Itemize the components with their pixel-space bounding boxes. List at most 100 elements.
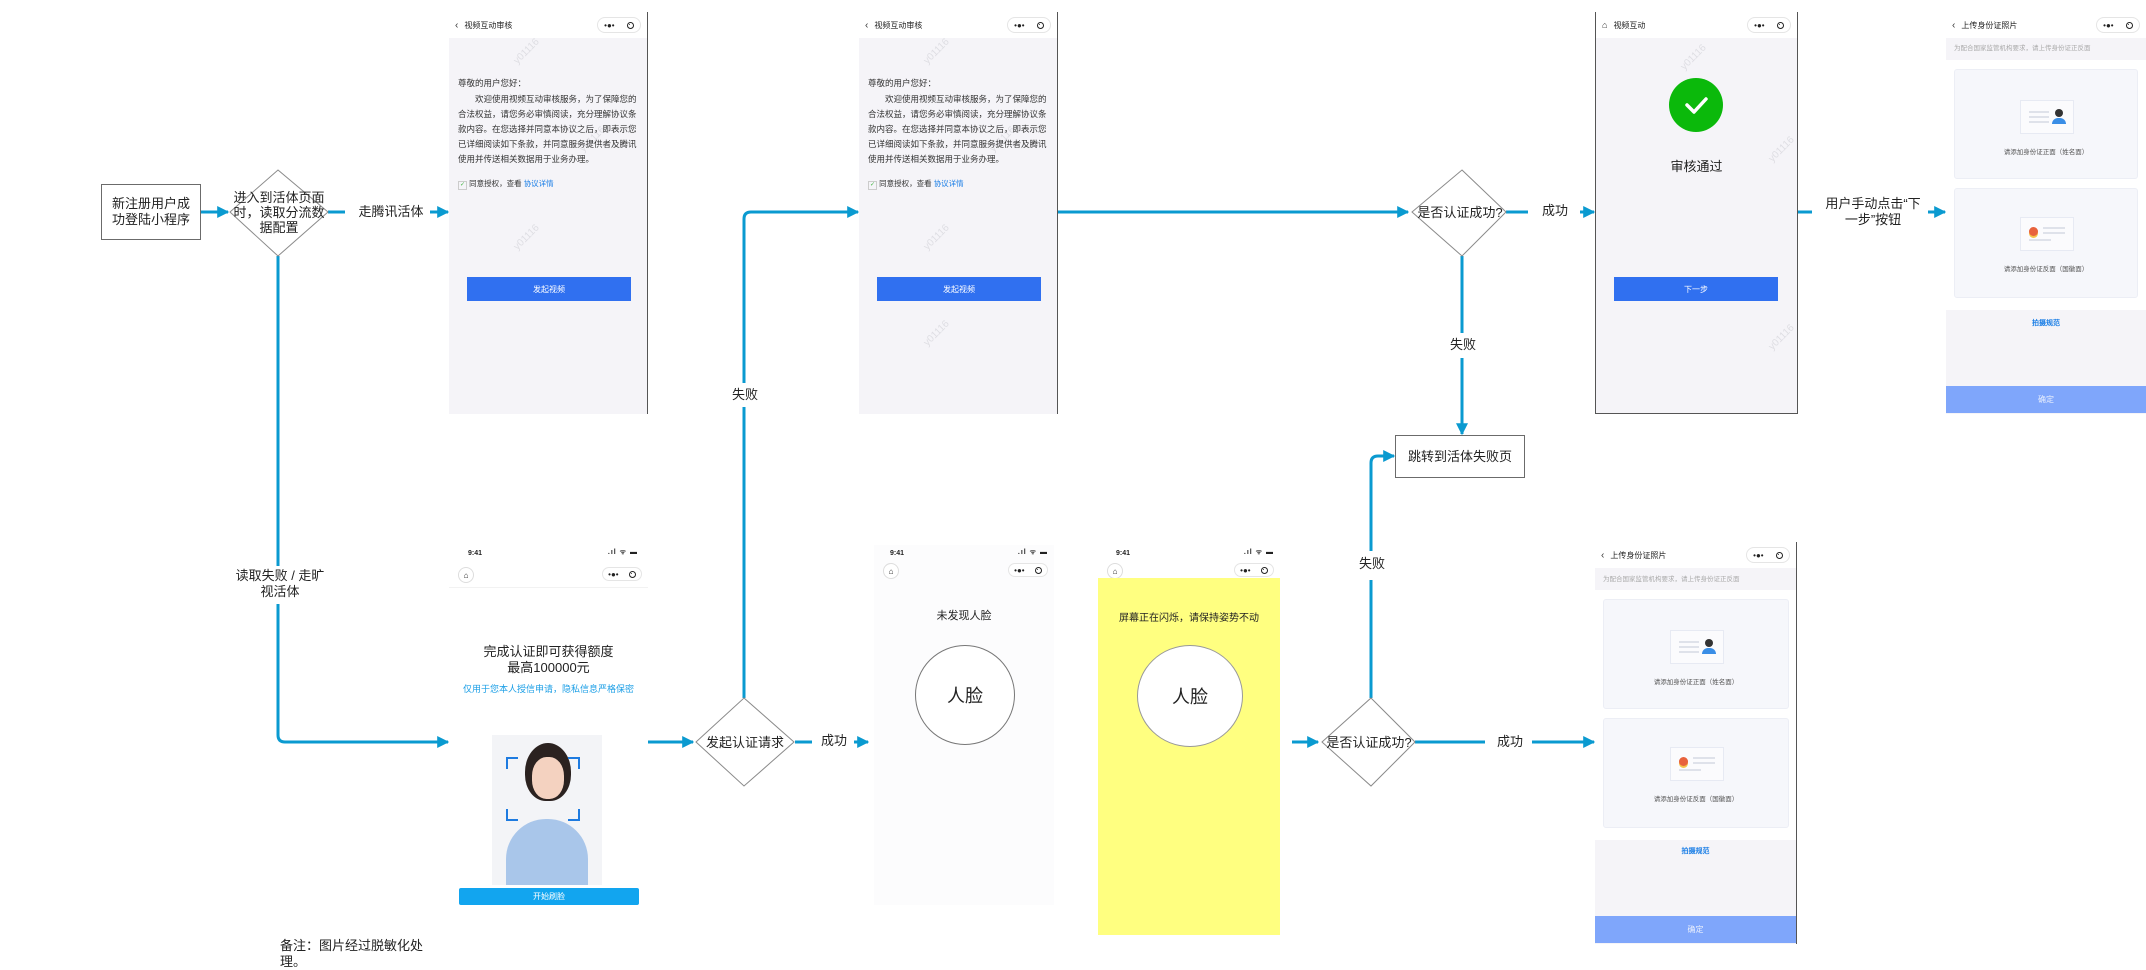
greeting-text: 尊敬的用户您好： xyxy=(458,78,527,88)
close-target-icon[interactable] xyxy=(628,570,636,578)
node-start: 新注册用户成功登陆小程序 xyxy=(101,184,201,240)
capsule-menu[interactable]: •●• xyxy=(2096,17,2140,33)
capsule-menu[interactable]: •●• xyxy=(597,17,641,33)
screen-flashing: 9:41 .ıl ᯤ ▬ ⌂ •●• 屏幕正在闪烁，请保持姿势不动 人脸 xyxy=(1098,545,1280,935)
home-icon[interactable]: ⌂ xyxy=(458,567,474,583)
close-target-icon[interactable] xyxy=(2125,21,2133,29)
node-fail-page: 跳转到活体失败页 xyxy=(1395,435,1525,478)
start-video-button[interactable]: 发起视频 xyxy=(467,277,631,301)
capsule-menu[interactable]: •●• xyxy=(1747,17,1791,33)
agreement-link[interactable]: 协议详情 xyxy=(934,179,964,188)
navbar: ‹ 上传身份证照片 •●• xyxy=(1595,542,1796,568)
photo-guide-link[interactable]: 拍摄规范 xyxy=(1595,846,1796,856)
close-target-icon[interactable] xyxy=(1260,566,1268,574)
agree-row: ✓ 同意授权，查看 协议详情 xyxy=(458,176,638,191)
id-front-thumbnail-icon xyxy=(2020,100,2074,134)
start-face-scan-button[interactable]: 开始刷脸 xyxy=(459,888,639,905)
agreement-body: 欢迎使用视频互动审核服务，为了保障您的合法权益，请您务必审慎阅读，充分理解协议条… xyxy=(458,94,637,164)
start-video-button[interactable]: 发起视频 xyxy=(877,277,1041,301)
flash-background xyxy=(1098,578,1280,935)
watermark: y01116 xyxy=(511,36,542,67)
watermark: y01116 xyxy=(921,318,952,349)
id-front-caption: 请添加身份证正面（姓名面） xyxy=(1653,679,1739,686)
more-icon[interactable]: •●• xyxy=(1240,566,1250,575)
more-icon[interactable]: •●• xyxy=(2103,21,2113,30)
watermark: y01116 xyxy=(1766,322,1797,353)
close-target-icon[interactable] xyxy=(1036,21,1044,29)
screen-title: 上传身份证照片 xyxy=(1961,20,2018,30)
greeting-text: 尊敬的用户您好： xyxy=(868,78,937,88)
back-icon[interactable]: ‹ xyxy=(865,20,868,31)
id-back-caption: 请添加身份证反面（国徽面） xyxy=(2003,266,2089,273)
privacy-note: 仅用于您本人授信申请，隐私信息严格保密 xyxy=(462,684,634,694)
checkbox-checked-icon[interactable]: ✓ xyxy=(868,181,877,190)
signal-wifi-battery-icon: .ıl ᯤ ▬ xyxy=(1243,549,1274,556)
watermark: y01116 xyxy=(1678,42,1709,73)
edge-label-success-1: 成功 xyxy=(814,733,854,749)
back-icon[interactable]: ‹ xyxy=(1952,20,1955,31)
watermark: y01116 xyxy=(511,222,542,253)
close-target-icon[interactable] xyxy=(626,21,634,29)
success-check-icon xyxy=(1669,78,1723,132)
screen-megvii-start: 9:41 .ıl ᯤ ▬ ⌂ •●• 完成认证即可获得额度 最高100000元 … xyxy=(449,545,648,935)
node-check-success-2-text: 是否认证成功? xyxy=(1326,734,1412,750)
capsule-menu[interactable]: •●• xyxy=(1234,563,1274,577)
diagram-note: 备注：图片经过脱敏化处理。 xyxy=(278,938,432,970)
home-icon[interactable]: ⌂ xyxy=(1602,20,1607,30)
face-capture-circle: 人脸 xyxy=(915,645,1015,745)
edge-label-fail-2: 失败 xyxy=(1444,337,1482,353)
back-icon[interactable]: ‹ xyxy=(455,20,458,31)
screen-upload-id-1: ‹ 上传身份证照片 •●• 为配合国家监管机构要求，请上传身份证正反面 请添加身… xyxy=(1946,12,2146,414)
sample-face-photo xyxy=(492,735,602,885)
agree-row: ✓ 同意授权，查看 协议详情 xyxy=(868,176,1048,191)
navbar: ‹ 上传身份证照片 •●• xyxy=(1946,12,2146,38)
close-target-icon[interactable] xyxy=(1775,551,1783,559)
more-icon[interactable]: •●• xyxy=(1014,21,1024,30)
close-target-icon[interactable] xyxy=(1776,21,1784,29)
capsule-menu[interactable]: •●• xyxy=(1746,547,1790,563)
edge-config-to-megvii-2 xyxy=(276,604,450,748)
node-fail-page-text: 跳转到活体失败页 xyxy=(1407,448,1512,464)
more-icon[interactable]: •●• xyxy=(1753,551,1763,560)
status-time: 9:41 xyxy=(468,550,483,557)
confirm-button[interactable]: 确定 xyxy=(1946,386,2146,413)
back-icon[interactable]: ‹ xyxy=(1601,550,1604,561)
edge-label-tencent: 走腾讯活体 xyxy=(352,204,430,220)
capsule-menu[interactable]: •●• xyxy=(1007,17,1051,33)
home-icon[interactable]: ⌂ xyxy=(1107,563,1123,579)
edge-check2-fail-2 xyxy=(1369,450,1396,551)
nav-divider xyxy=(449,587,648,588)
node-send-auth-text: 发起认证请求 xyxy=(705,734,784,750)
more-icon[interactable]: •●• xyxy=(604,21,614,30)
face-capture-circle: 人脸 xyxy=(1137,645,1243,747)
agreement-link[interactable]: 协议详情 xyxy=(524,179,554,188)
flashing-message: 屏幕正在闪烁，请保持姿势不动 xyxy=(1119,613,1259,624)
more-icon[interactable]: •●• xyxy=(608,570,618,579)
id-back-upload[interactable]: 请添加身份证反面（国徽面） xyxy=(1603,718,1789,828)
status-time: 9:41 xyxy=(890,550,905,557)
more-icon[interactable]: •●• xyxy=(1014,566,1024,575)
node-check-success-1-text: 是否认证成功? xyxy=(1417,204,1503,220)
photo-guide-link[interactable]: 拍摄规范 xyxy=(1946,318,2146,328)
more-icon[interactable]: •●• xyxy=(1754,21,1764,30)
next-step-button[interactable]: 下一步 xyxy=(1614,277,1778,301)
id-back-upload[interactable]: 请添加身份证反面（国徽面） xyxy=(1954,188,2138,298)
id-front-upload[interactable]: 请添加身份证正面（姓名面） xyxy=(1954,69,2138,179)
screen-title: 上传身份证照片 xyxy=(1610,550,1667,560)
home-icon[interactable]: ⌂ xyxy=(883,563,899,579)
screen-title: 视频互动审核 xyxy=(464,20,513,30)
edge-label-success-2: 成功 xyxy=(1532,203,1578,219)
status-bar: 9:41 .ıl ᯤ ▬ xyxy=(874,545,1054,559)
navbar: ⌂ 视频互动 •●• xyxy=(1596,12,1797,38)
capsule-menu[interactable]: •●• xyxy=(602,567,642,581)
upload-notice: 为配合国家监管机构要求，请上传身份证正反面 xyxy=(1954,45,2091,52)
close-target-icon[interactable] xyxy=(1034,566,1042,574)
capsule-menu[interactable]: •●• xyxy=(1008,563,1048,577)
confirm-button[interactable]: 确定 xyxy=(1595,916,1796,943)
id-front-upload[interactable]: 请添加身份证正面（姓名面） xyxy=(1603,599,1789,709)
edge-label-fail-3: 失败 xyxy=(1353,556,1391,572)
edge-label-fail-1: 失败 xyxy=(726,387,764,403)
id-back-thumbnail-icon xyxy=(1670,747,1724,781)
watermark: y01116 xyxy=(921,36,952,67)
checkbox-checked-icon[interactable]: ✓ xyxy=(458,181,467,190)
